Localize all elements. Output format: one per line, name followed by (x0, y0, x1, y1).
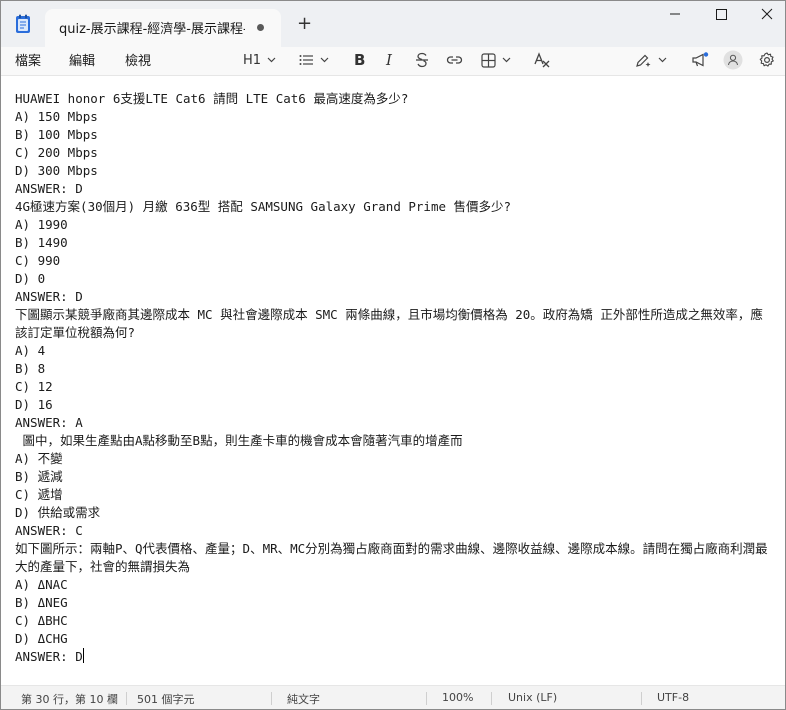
account-avatar[interactable] (723, 49, 743, 71)
status-divider (126, 692, 127, 705)
text-line: C) ΔBHC (15, 613, 68, 628)
link-button[interactable] (446, 49, 463, 71)
status-zoom[interactable]: 100% (442, 691, 473, 704)
notepad-window: quiz-展示課程-經濟學-展示課程-經濟 + 檔案 編輯 檢視 H1 (0, 0, 786, 710)
status-divider (271, 692, 272, 705)
text-line: 如下圖所示：兩軸P、Q代表價格、產量；D、MR、MC分別為獨占廠商面對的需求曲線… (15, 541, 768, 574)
settings-button[interactable] (759, 49, 775, 71)
last-line-text: ANSWER: D (15, 649, 83, 664)
text-line: B) 1490 (15, 235, 68, 250)
text-line: D) ΔCHG (15, 631, 68, 646)
text-line: 下圖顯示某競爭廠商其邊際成本 MC 與社會邊際成本 SMC 兩條曲線，且市場均衡… (15, 307, 763, 340)
status-divider (491, 692, 492, 705)
close-button[interactable] (744, 1, 786, 31)
text-line: D) 0 (15, 271, 46, 286)
heading-dropdown[interactable]: H1 (243, 49, 276, 71)
unsaved-dot-icon[interactable] (257, 24, 264, 31)
text-caret (82, 648, 84, 663)
menu-edit[interactable]: 編輯 (69, 50, 95, 69)
text-line: A) 1990 (15, 217, 68, 232)
text-line: ANSWER: D (15, 289, 83, 304)
text-line: D) 16 (15, 397, 53, 412)
status-encoding: UTF-8 (657, 691, 690, 704)
status-line-ending: Unix (LF) (508, 691, 558, 704)
announcements-button[interactable] (691, 49, 709, 71)
text-line: B) ΔNEG (15, 595, 68, 610)
maximize-button[interactable] (698, 1, 744, 31)
status-char-count: 501 個字元 (137, 693, 195, 706)
status-divider (426, 692, 427, 705)
pen-sparkle-icon (636, 54, 651, 67)
document-tab[interactable]: quiz-展示課程-經濟學-展示課程-經濟 (45, 9, 281, 47)
avatar-icon (723, 50, 743, 70)
heading-label: H1 (243, 52, 262, 68)
text-line: C) 990 (15, 253, 61, 268)
text-line: A) ΔNAC (15, 577, 68, 592)
text-line: B) 遞減 (15, 469, 63, 484)
table-dropdown[interactable] (481, 49, 511, 71)
strikethrough-button[interactable] (415, 49, 429, 71)
status-format: 純文字 (287, 693, 320, 706)
bold-button[interactable]: B (354, 49, 365, 71)
text-line: A) 150 Mbps (15, 109, 98, 124)
menu-file[interactable]: 檔案 (15, 50, 41, 69)
text-line: D) 300 Mbps (15, 163, 98, 178)
toolbar: 檔案 編輯 檢視 H1 B I (1, 47, 785, 75)
link-icon (446, 56, 463, 64)
text-line: B) 100 Mbps (15, 127, 98, 142)
title-bar: quiz-展示課程-經濟學-展示課程-經濟 + (1, 1, 785, 47)
text-line: 圖中，如果生產點由A點移動至B點，則生產卡車的機會成本會隨著汽車的增產而 (15, 433, 463, 448)
table-icon (481, 52, 496, 68)
text-editor[interactable]: HUAWEI honor 6支援LTE Cat6 請問 LTE Cat6 最高速… (1, 75, 785, 685)
text-line: 4G極速方案(30個月) 月繳 636型 搭配 SAMSUNG Galaxy G… (15, 199, 512, 214)
text-line: B) 8 (15, 361, 46, 376)
clear-formatting-button[interactable] (533, 49, 550, 71)
status-divider (641, 692, 642, 705)
new-tab-button[interactable]: + (297, 15, 312, 33)
chevron-down-icon (502, 57, 511, 63)
text-line-last: ANSWER: D (15, 648, 785, 666)
list-dropdown[interactable] (299, 49, 329, 71)
text-line: D) 供給或需求 (15, 505, 101, 520)
copilot-dropdown[interactable] (635, 49, 667, 71)
strikethrough-icon (416, 52, 428, 68)
text-line: ANSWER: C (15, 523, 83, 538)
list-icon (299, 55, 313, 65)
text-line: A) 4 (15, 343, 46, 358)
text-line: ANSWER: D (15, 181, 83, 196)
status-bar: 第 30 行，第 10 欄 501 個字元 純文字 100% Unix (LF)… (1, 685, 785, 709)
notepad-app-icon (16, 14, 30, 33)
text-line: A) 不變 (15, 451, 63, 466)
chevron-down-icon (267, 57, 276, 63)
clear-formatting-icon (534, 52, 550, 68)
tab-title: quiz-展示課程-經濟學-展示課程-經濟 (59, 22, 245, 37)
document-text[interactable]: HUAWEI honor 6支援LTE Cat6 請問 LTE Cat6 最高速… (15, 90, 785, 666)
chevron-down-icon (320, 57, 329, 63)
text-line: C) 200 Mbps (15, 145, 98, 160)
minimize-button[interactable] (652, 1, 698, 31)
text-line: HUAWEI honor 6支援LTE Cat6 請問 LTE Cat6 最高速… (15, 91, 409, 106)
chevron-down-icon (658, 57, 667, 63)
italic-button[interactable]: I (386, 49, 392, 71)
text-line: C) 遞增 (15, 487, 63, 502)
gear-icon (759, 52, 774, 67)
text-line: ANSWER: A (15, 415, 83, 430)
menu-view[interactable]: 檢視 (125, 50, 151, 69)
megaphone-icon (692, 52, 709, 67)
status-cursor-position: 第 30 行，第 10 欄 (21, 693, 118, 706)
text-line: C) 12 (15, 379, 53, 394)
